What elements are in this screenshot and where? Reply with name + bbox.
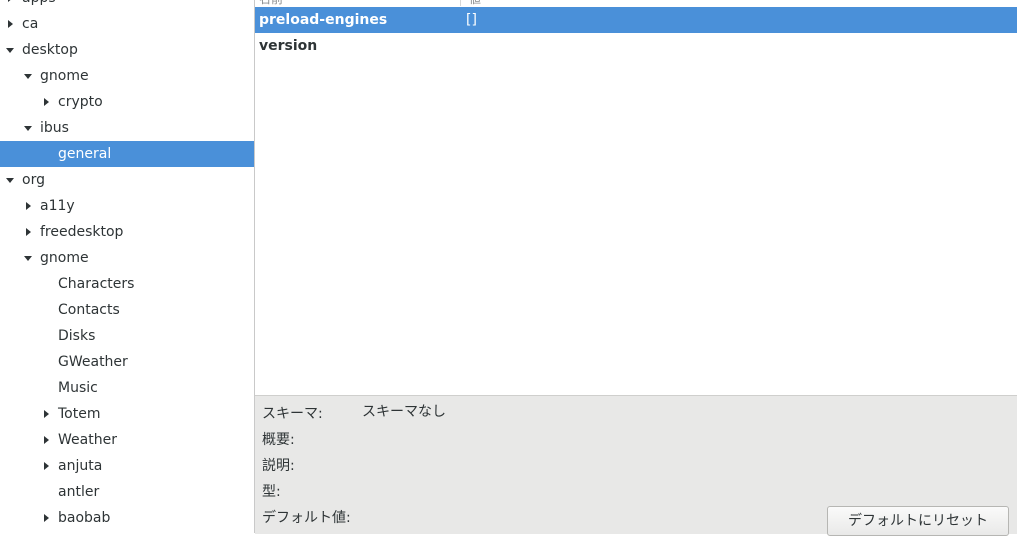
- tree-item-label: anjuta: [58, 458, 103, 474]
- key-value: []: [466, 12, 477, 28]
- tree-item-label: Contacts: [58, 302, 120, 318]
- key-info-panel: スキーマ: スキーマなし 概要: 説明: 型: デフォルト値: デフォルトにリセ…: [255, 395, 1017, 536]
- expander-expanded-icon[interactable]: [4, 37, 16, 63]
- directory-tree[interactable]: apps ca desktop gnome crypto ibus general org a1…: [0, 0, 254, 533]
- keys-table[interactable]: 名前 値 preload-engines [] version: [255, 0, 1017, 394]
- tree-item-general[interactable]: general: [0, 141, 254, 167]
- tree-item-desktop[interactable]: desktop: [0, 37, 254, 63]
- key-name: preload-engines: [259, 12, 388, 28]
- tree-item-disks[interactable]: Disks: [0, 323, 254, 349]
- tree-item-org[interactable]: org: [0, 167, 254, 193]
- tree-item-weather[interactable]: Weather: [0, 427, 254, 453]
- expander-collapsed-icon[interactable]: [22, 219, 34, 245]
- tree-item-ibus[interactable]: ibus: [0, 115, 254, 141]
- column-separator: [460, 0, 461, 6]
- tree-item-anjuta[interactable]: anjuta: [0, 453, 254, 479]
- tree-item-apps[interactable]: apps: [0, 0, 254, 11]
- tree-item-a11y[interactable]: a11y: [0, 193, 254, 219]
- expander-collapsed-icon[interactable]: [4, 11, 16, 37]
- tree-item-label: org: [22, 172, 45, 188]
- tree-item-gweather[interactable]: GWeather: [0, 349, 254, 375]
- tree-item-music[interactable]: Music: [0, 375, 254, 401]
- tree-item-label: Weather: [58, 432, 117, 448]
- tree-item-characters[interactable]: Characters: [0, 271, 254, 297]
- tree-item-label: freedesktop: [40, 224, 124, 240]
- tree-item-gnome[interactable]: gnome: [0, 63, 254, 89]
- schema-label: スキーマ:: [262, 406, 323, 422]
- expander-collapsed-icon[interactable]: [40, 427, 52, 453]
- description-label: 説明:: [262, 458, 295, 474]
- tree-item-ca[interactable]: ca: [0, 11, 254, 37]
- tree-item-contacts[interactable]: Contacts: [0, 297, 254, 323]
- tree-item-totem[interactable]: Totem: [0, 401, 254, 427]
- tree-item-label: crypto: [58, 94, 103, 110]
- expander-collapsed-icon[interactable]: [40, 401, 52, 427]
- expander-collapsed-icon[interactable]: [22, 193, 34, 219]
- tree-item-freedesktop[interactable]: freedesktop: [0, 219, 254, 245]
- reset-to-default-button[interactable]: デフォルトにリセット: [827, 506, 1009, 536]
- expander-expanded-icon[interactable]: [22, 115, 34, 141]
- tree-item-crypto[interactable]: crypto: [0, 89, 254, 115]
- tree-item-label: Totem: [58, 406, 101, 422]
- column-header-name[interactable]: 名前: [259, 0, 283, 6]
- expander-expanded-icon[interactable]: [22, 245, 34, 271]
- tree-item-label: ibus: [40, 120, 69, 136]
- tree-item-label: desktop: [22, 42, 78, 58]
- expander-collapsed-icon[interactable]: [40, 89, 52, 115]
- expander-expanded-icon[interactable]: [22, 63, 34, 89]
- tree-item-label: ca: [22, 16, 39, 32]
- tree-item-label: gnome: [40, 68, 89, 84]
- expander-collapsed-icon[interactable]: [40, 453, 52, 479]
- expander-collapsed-icon[interactable]: [4, 0, 16, 11]
- expander-collapsed-icon[interactable]: [40, 505, 52, 531]
- key-row-version[interactable]: version: [255, 33, 1017, 59]
- tree-item-label: Music: [58, 380, 98, 396]
- key-row-preload-engines[interactable]: preload-engines []: [255, 7, 1017, 33]
- type-label: 型:: [262, 484, 281, 500]
- default-value-label: デフォルト値:: [262, 510, 351, 526]
- tree-item-label: baobab: [58, 510, 111, 526]
- tree-item-label: apps: [22, 0, 56, 11]
- tree-item-label: antler: [58, 484, 100, 500]
- tree-item-antler[interactable]: antler: [0, 479, 254, 505]
- tree-item-label: a11y: [40, 198, 75, 214]
- tree-item-label: general: [58, 146, 112, 162]
- tree-item-label: Characters: [58, 276, 135, 292]
- tree-item-label: Disks: [58, 328, 96, 344]
- expander-expanded-icon[interactable]: [4, 167, 16, 193]
- summary-label: 概要:: [262, 432, 295, 448]
- tree-item-label: gnome: [40, 250, 89, 266]
- schema-value: スキーマなし: [362, 404, 446, 420]
- column-header-value[interactable]: 値: [469, 0, 481, 6]
- tree-item-baobab[interactable]: baobab: [0, 505, 254, 531]
- tree-item-gnome[interactable]: gnome: [0, 245, 254, 271]
- key-name: version: [259, 38, 318, 54]
- tree-item-label: GWeather: [58, 354, 128, 370]
